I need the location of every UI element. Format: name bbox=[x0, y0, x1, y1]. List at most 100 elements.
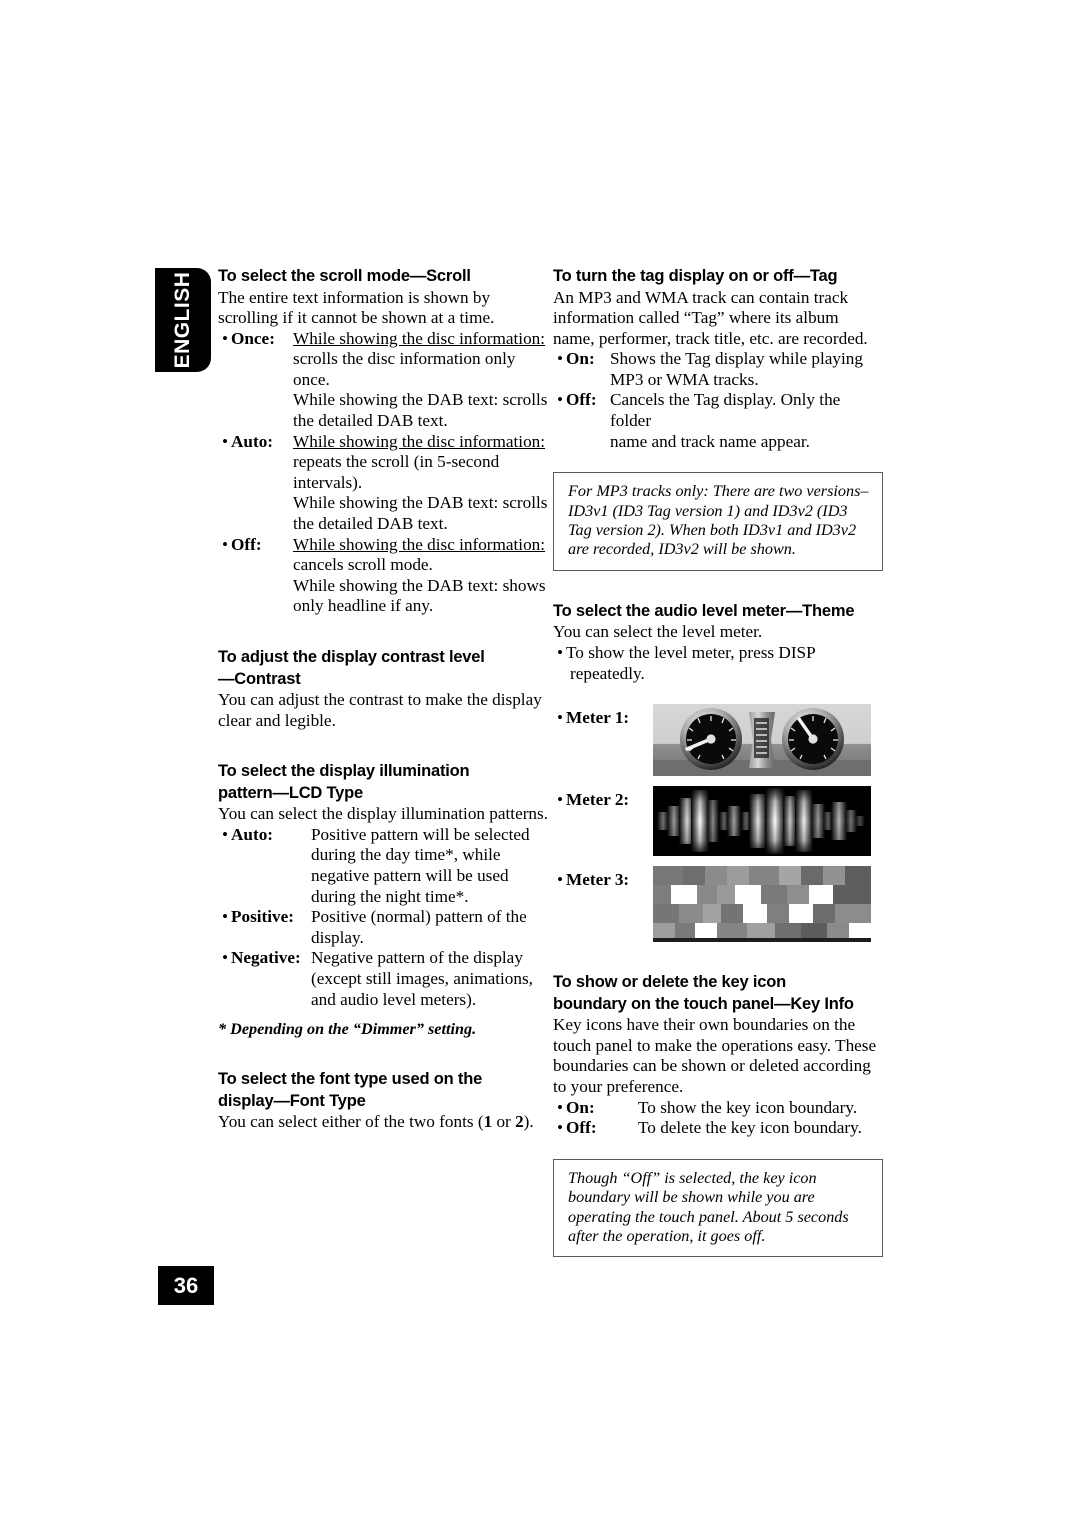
tag-options-list: • On: Shows the Tag display while playin… bbox=[553, 349, 883, 452]
theme-body: You can select the level meter. bbox=[553, 622, 763, 642]
contrast-heading-line1: To adjust the display contrast level bbox=[218, 648, 485, 666]
lcd-option-negative-term: Negative: bbox=[231, 948, 301, 968]
scroll-option-auto-term: Auto: bbox=[231, 431, 274, 451]
lcd-type-heading-line1: To select the display illumination bbox=[218, 762, 470, 781]
dimmer-footnote: * Depending on the “Dimmer” setting. bbox=[218, 1020, 477, 1039]
tag-heading: To turn the tag display on or off—Tag bbox=[553, 267, 838, 285]
scroll-once-line4: While showing the DAB text: scrolls bbox=[293, 390, 548, 410]
lcd-option-negative: • Negative: Negative pattern of the disp… bbox=[218, 948, 548, 969]
key-info-option-on: • On: To show the key icon boundary. bbox=[553, 1098, 883, 1119]
theme-disp-line2: repeatedly. bbox=[570, 663, 645, 683]
bullet-icon: • bbox=[557, 1097, 564, 1117]
meter-1-image bbox=[653, 704, 871, 777]
lcd-type-body: You can select the display illumination … bbox=[218, 804, 549, 824]
bullet-icon: • bbox=[222, 907, 229, 927]
tag-option-off-defn: Cancels the Tag display. Only the folder bbox=[610, 390, 841, 431]
bullet-icon: • bbox=[222, 948, 229, 968]
bullet-icon: • bbox=[222, 534, 229, 554]
key-info-heading-line2: boundary on the touch panel—Key Info bbox=[553, 994, 854, 1013]
scroll-once-line5: the detailed DAB text. bbox=[293, 411, 448, 431]
lcd-option-positive-term: Positive: bbox=[231, 907, 295, 927]
scroll-heading: To select the scroll mode—Scroll bbox=[218, 267, 471, 285]
bullet-icon: • bbox=[557, 790, 564, 810]
meter-3-row: • Meter 3: bbox=[553, 866, 883, 943]
key-info-option-off-defn: To delete the key icon boundary. bbox=[638, 1118, 862, 1138]
lcd-auto-line2: during the day time*, while bbox=[311, 845, 501, 865]
scroll-option-off-defn: While showing the disc information: bbox=[293, 534, 546, 554]
tag-on-line2: MP3 or WMA tracks. bbox=[610, 369, 759, 389]
lcd-option-positive-defn: Positive (normal) pattern of the bbox=[311, 907, 527, 927]
bullet-icon: • bbox=[222, 824, 229, 844]
language-tab-label: ENGLISH bbox=[171, 271, 194, 369]
tag-option-off-term: Off: bbox=[566, 390, 597, 410]
scroll-option-auto: • Auto: While showing the disc informati… bbox=[218, 432, 548, 453]
scroll-off-line2: cancels scroll mode. bbox=[293, 555, 433, 575]
lcd-option-auto-term: Auto: bbox=[231, 824, 274, 844]
theme-disp-bullet: • To show the level meter, press DISP bbox=[553, 643, 883, 664]
bullet-icon: • bbox=[557, 1118, 564, 1138]
key-info-body: Key icons have their own boundaries on t… bbox=[553, 1015, 877, 1096]
lcd-auto-line4: during the night time*. bbox=[311, 886, 469, 906]
key-info-heading-line1: To show or delete the key icon bbox=[553, 973, 786, 992]
font-type-body: You can select either of the two fonts (… bbox=[218, 1112, 534, 1132]
key-info-options-list: • On: To show the key icon boundary. • O… bbox=[553, 1098, 883, 1139]
scroll-option-once-term: Once: bbox=[231, 328, 275, 348]
bullet-icon: • bbox=[557, 390, 564, 410]
scroll-auto-line5: the detailed DAB text. bbox=[293, 514, 448, 534]
key-info-option-off-term: Off: bbox=[566, 1118, 597, 1138]
bullet-icon: • bbox=[557, 708, 564, 728]
scroll-off-line4: only headline if any. bbox=[293, 596, 434, 616]
scroll-once-line3: once. bbox=[293, 369, 330, 389]
bullet-icon: • bbox=[222, 328, 229, 348]
meter-2-label: • Meter 2: bbox=[553, 786, 653, 811]
tag-option-off: • Off: Cancels the Tag display. Only the… bbox=[553, 390, 883, 431]
lcd-type-options-list: • Auto: Positive pattern will be selecte… bbox=[218, 825, 548, 1010]
lcd-option-positive: • Positive: Positive (normal) pattern of… bbox=[218, 907, 548, 928]
analog-gauges-image bbox=[653, 704, 871, 777]
tag-option-on: • On: Shows the Tag display while playin… bbox=[553, 349, 883, 370]
meter-2-row: • Meter 2: bbox=[553, 786, 883, 857]
lcd-positive-line2: display. bbox=[311, 927, 364, 947]
scroll-auto-line4: While showing the DAB text: scrolls bbox=[293, 493, 548, 513]
font-type-heading-line2: display—Font Type bbox=[218, 1091, 366, 1110]
theme-heading: To select the audio level meter—Theme bbox=[553, 601, 855, 620]
manual-page: ENGLISH To select the scroll mode—Scroll… bbox=[0, 0, 1080, 1528]
scroll-auto-line3: intervals). bbox=[293, 472, 363, 492]
meter-3-label: • Meter 3: bbox=[553, 866, 653, 891]
meter-1-row: • Meter 1: bbox=[553, 704, 883, 777]
scroll-off-line3: While showing the DAB text: shows bbox=[293, 575, 546, 595]
tag-off-line2: name and track name appear. bbox=[610, 431, 810, 451]
theme-disp-line1: To show the level meter, press DISP bbox=[566, 642, 816, 662]
block-grid-image bbox=[653, 866, 871, 943]
scroll-once-line2: scrolls the disc information only bbox=[293, 349, 516, 369]
id3-note-box: For MP3 tracks only: There are two versi… bbox=[553, 472, 883, 571]
waveform-spectrum-image bbox=[653, 786, 871, 857]
scroll-intro: The entire text information is shown by … bbox=[218, 287, 495, 328]
scroll-auto-line2: repeats the scroll (in 5-second bbox=[293, 452, 500, 472]
bullet-icon: • bbox=[557, 642, 564, 662]
font-type-heading-line1: To select the font type used on the bbox=[218, 1070, 483, 1089]
right-column: To turn the tag display on or off—Tag An… bbox=[553, 266, 883, 1258]
scroll-option-off-term: Off: bbox=[231, 534, 262, 554]
lcd-option-negative-defn: Negative pattern of the display bbox=[311, 948, 523, 968]
meter-1-label-text: Meter 1 bbox=[566, 708, 624, 728]
tag-option-on-defn: Shows the Tag display while playing bbox=[610, 349, 863, 369]
meter-3-label-text: Meter 3 bbox=[566, 870, 624, 890]
lcd-negative-line2: (except still images, animations, bbox=[311, 968, 533, 988]
key-info-option-on-defn: To show the key icon boundary. bbox=[638, 1097, 858, 1117]
lcd-type-heading-line2: pattern—LCD Type bbox=[218, 783, 364, 802]
meter-2-label-text: Meter 2 bbox=[566, 790, 624, 810]
page-number: 36 bbox=[158, 1266, 214, 1305]
bullet-icon: • bbox=[557, 349, 564, 369]
meter-2-image bbox=[653, 786, 871, 857]
bullet-icon: • bbox=[557, 870, 564, 890]
contrast-heading-line2: —Contrast bbox=[218, 669, 301, 688]
scroll-option-auto-defn: While showing the disc information: bbox=[293, 431, 546, 451]
contrast-body: You can adjust the contrast to make the … bbox=[218, 690, 542, 730]
lcd-option-auto-defn: Positive pattern will be selected bbox=[311, 824, 530, 844]
tag-body: An MP3 and WMA track can contain track i… bbox=[553, 287, 868, 348]
lcd-auto-line3: negative pattern will be used bbox=[311, 865, 509, 885]
scroll-option-once: • Once: While showing the disc informati… bbox=[218, 329, 548, 350]
key-info-note-box: Though “Off” is selected, the key icon b… bbox=[553, 1158, 883, 1258]
scroll-option-once-defn: While showing the disc information: bbox=[293, 328, 546, 348]
